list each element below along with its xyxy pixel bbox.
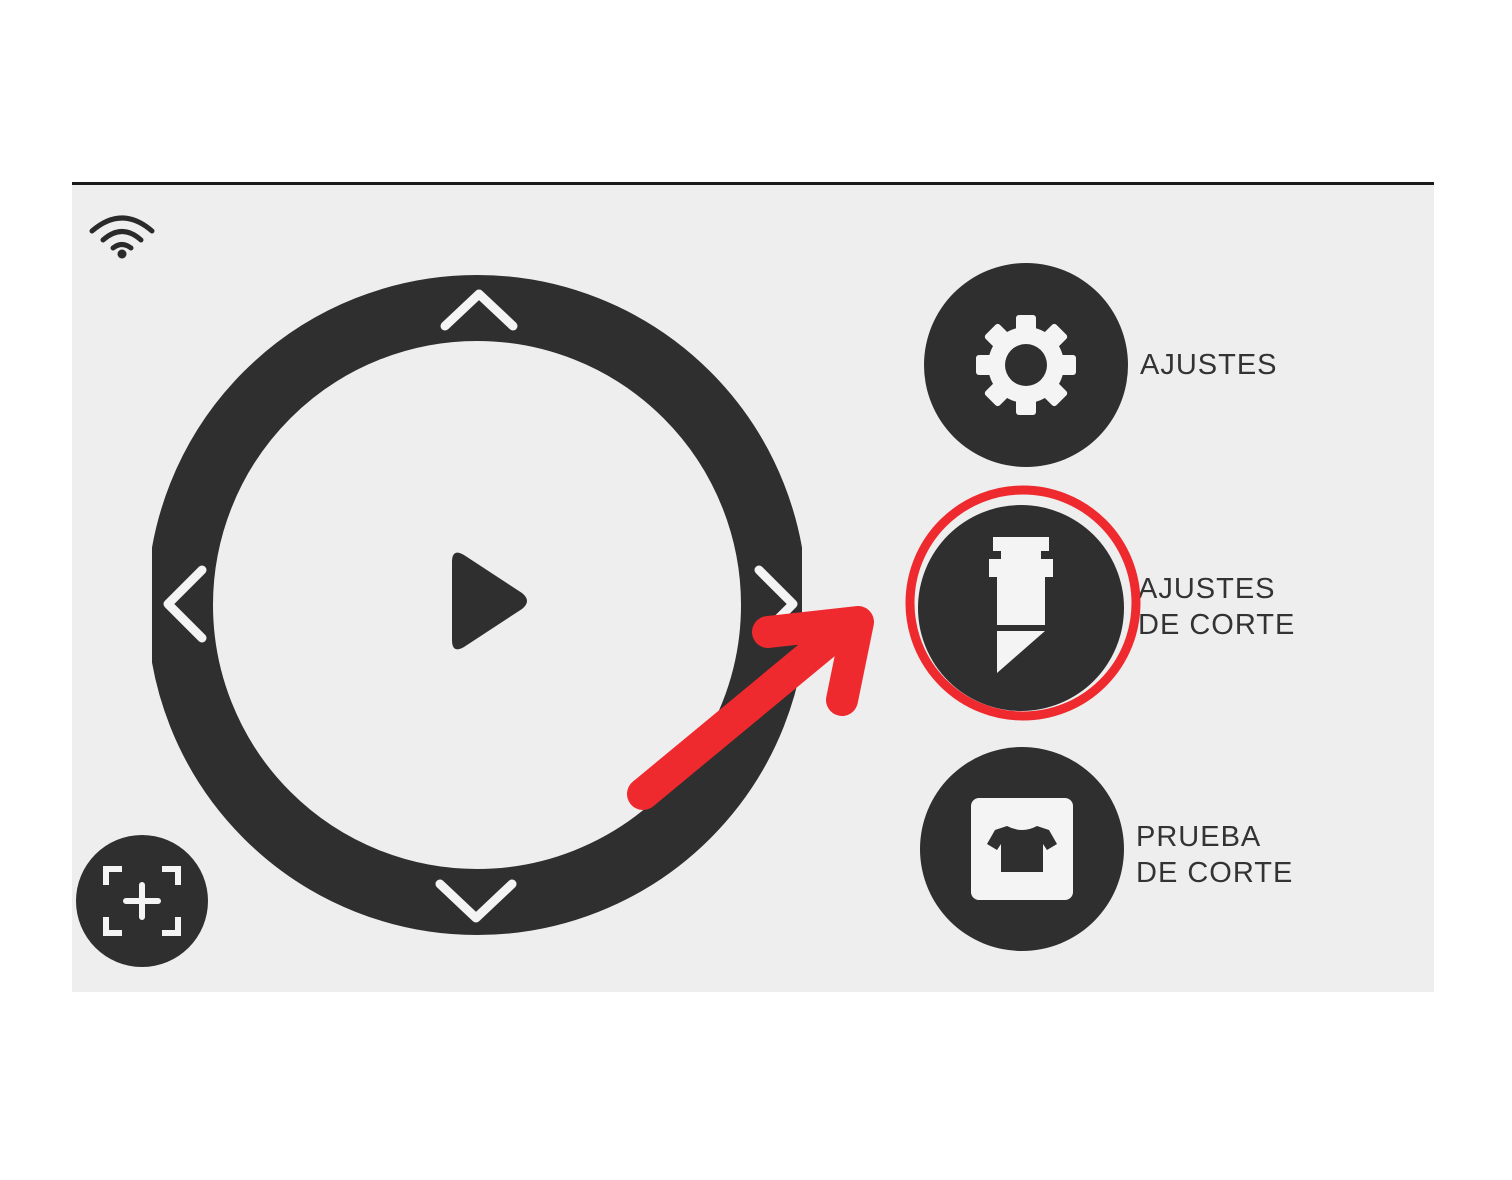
wifi-icon (89, 215, 155, 259)
cut-settings-button[interactable] (918, 505, 1124, 711)
blade-holder-icon (989, 537, 1053, 673)
cut-test-label-line1: PRUEBA (1136, 821, 1262, 853)
device-screen: AJUSTES AJUSTES DE CORTE PRUEBA DE CORTE (72, 182, 1434, 992)
settings-label: AJUSTES (1140, 349, 1278, 381)
play-icon[interactable] (452, 552, 527, 650)
settings-button[interactable] (924, 263, 1128, 467)
cut-test-label: PRUEBA DE CORTE (1136, 819, 1293, 891)
gear-icon (976, 315, 1076, 415)
cut-settings-label: AJUSTES DE CORTE (1138, 571, 1295, 643)
cut-test-label-line2: DE CORTE (1136, 857, 1294, 889)
tshirt-icon (971, 798, 1073, 900)
crosshair-add-button[interactable] (76, 835, 208, 967)
cut-settings-label-line2: DE CORTE (1138, 609, 1296, 641)
crosshair-add-icon (103, 866, 181, 936)
cut-settings-label-line1: AJUSTES (1138, 573, 1276, 605)
cut-test-button[interactable] (920, 747, 1124, 951)
direction-pad[interactable] (152, 270, 802, 940)
